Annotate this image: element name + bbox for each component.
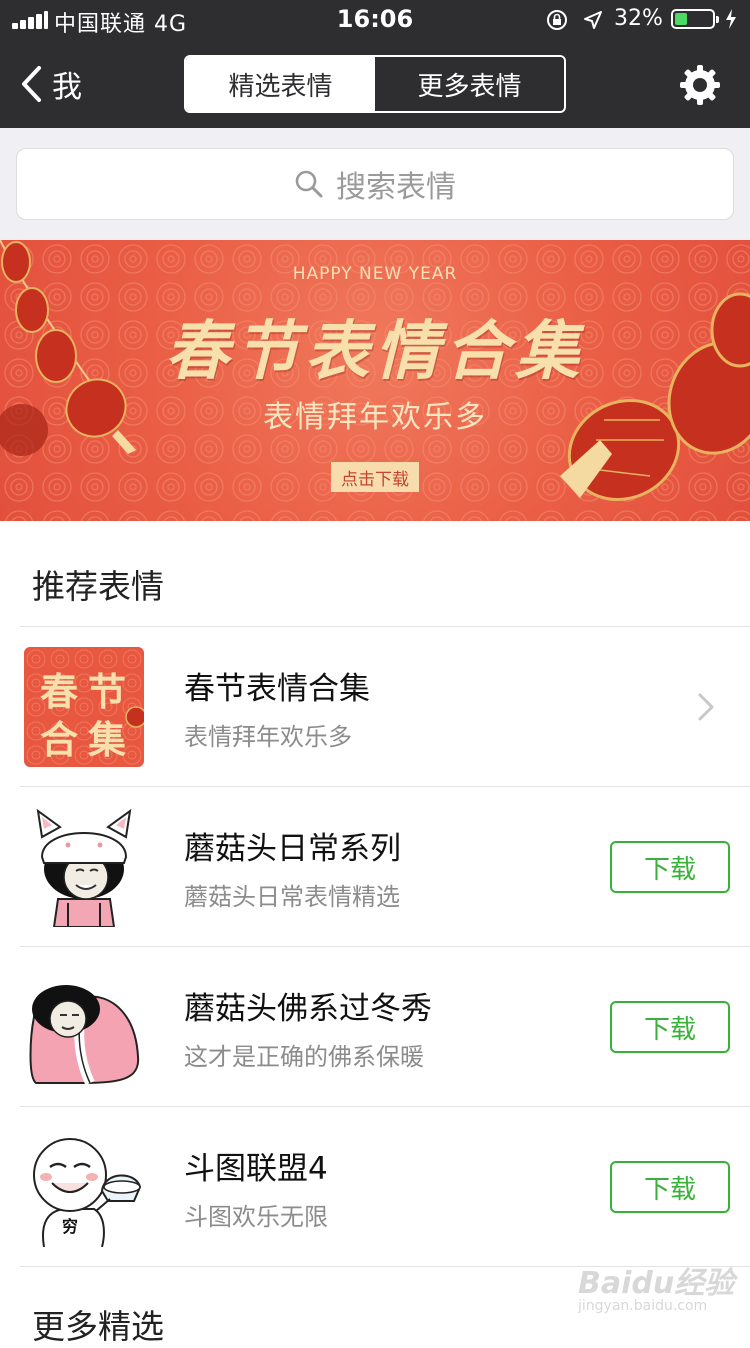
- section-title-recommended: 推荐表情: [32, 567, 164, 606]
- sticker-pack-thumbnail: [24, 807, 144, 927]
- mushroom-head-cat-hat-avatar: [36, 808, 132, 927]
- search-area: 搜索表情: [0, 128, 750, 240]
- watermark-brand: Baidu经验: [578, 1266, 735, 1301]
- baidu-jingyan-watermark: Baidu经验 jingyan.baidu.com: [572, 1252, 738, 1322]
- tab-featured-stickers[interactable]: 精选表情: [186, 57, 375, 111]
- banner-eyebrow: HAPPY NEW YEAR: [292, 264, 458, 284]
- thumbnail-text: 穷: [62, 1217, 79, 1236]
- sticker-pack-thumbnail: 穷: [24, 1127, 144, 1247]
- back-label: 我: [52, 70, 82, 105]
- thumbnail-text: 集: [88, 717, 127, 762]
- thumbnail-text: 春: [40, 669, 79, 714]
- item-description: 表情拜年欢乐多: [184, 723, 352, 751]
- charging-bolt-icon: [726, 9, 736, 29]
- banner-download-button[interactable]: 点击下载: [331, 462, 419, 492]
- chevron-right-icon[interactable]: [696, 691, 716, 723]
- thumbnail-text: 节: [88, 669, 127, 714]
- gear-icon[interactable]: [678, 63, 722, 107]
- banner-subtitle: 表情拜年欢乐多: [263, 400, 487, 435]
- item-description: 这才是正确的佛系保暖: [184, 1043, 424, 1071]
- chevron-left-icon: [22, 66, 41, 102]
- watermark-url: jingyan.baidu.com: [578, 1298, 708, 1314]
- bowl-meme-avatar: [33, 1138, 142, 1247]
- item-description: 斗图欢乐无限: [184, 1203, 328, 1231]
- battery-level: [675, 13, 687, 25]
- download-button[interactable]: 下载: [610, 1161, 730, 1213]
- sticker-pack-thumbnail: [24, 967, 144, 1087]
- tab-switcher: 精选表情 更多表情: [184, 55, 566, 113]
- top-bar: 中国联通 4G 16:06 32% 我 精选表情 更多表情: [0, 0, 750, 128]
- tab-more-stickers[interactable]: 更多表情: [375, 57, 564, 111]
- search-placeholder: 搜索表情: [336, 170, 456, 205]
- banner-title: 春节表情合集: [165, 314, 585, 389]
- item-name: 蘑菇头佛系过冬秀: [184, 991, 432, 1027]
- item-description: 蘑菇头日常表情精选: [184, 883, 400, 911]
- list-item-spring-festival-pack[interactable]: 春 节 合 集 春节表情合集 表情拜年欢乐多: [0, 627, 750, 787]
- orientation-lock-icon: [547, 10, 567, 30]
- download-button[interactable]: 下载: [610, 841, 730, 893]
- mushroom-head-blanket-avatar: [29, 985, 140, 1086]
- list-item-mushroom-head-winter[interactable]: 蘑菇头佛系过冬秀 这才是正确的佛系保暖 下载: [0, 947, 750, 1107]
- location-arrow-icon: [584, 11, 602, 29]
- list-item-mushroom-head-daily[interactable]: 蘑菇头日常系列 蘑菇头日常表情精选 下载: [0, 787, 750, 947]
- item-name: 蘑菇头日常系列: [184, 831, 401, 867]
- spring-festival-banner[interactable]: HAPPY NEW YEAR 春节表情合集 表情拜年欢乐多 点击下载: [0, 240, 750, 521]
- search-input[interactable]: 搜索表情: [16, 148, 734, 220]
- search-icon: [295, 170, 323, 198]
- sticker-pack-thumbnail: 春 节 合 集: [24, 647, 144, 767]
- item-name: 斗图联盟4: [184, 1151, 328, 1187]
- item-name: 春节表情合集: [184, 671, 370, 707]
- battery-icon: [671, 9, 719, 29]
- status-bar: 中国联通 4G 16:06 32%: [0, 0, 750, 40]
- section-title-more: 更多精选: [32, 1307, 164, 1346]
- back-button[interactable]: 我: [18, 62, 82, 106]
- list-item-meme-battle-league[interactable]: 穷 斗图联盟4 斗图欢乐无限 下载: [0, 1107, 750, 1267]
- download-button[interactable]: 下载: [610, 1001, 730, 1053]
- battery-percent: 32%: [614, 6, 663, 31]
- thumbnail-text: 合: [40, 717, 79, 762]
